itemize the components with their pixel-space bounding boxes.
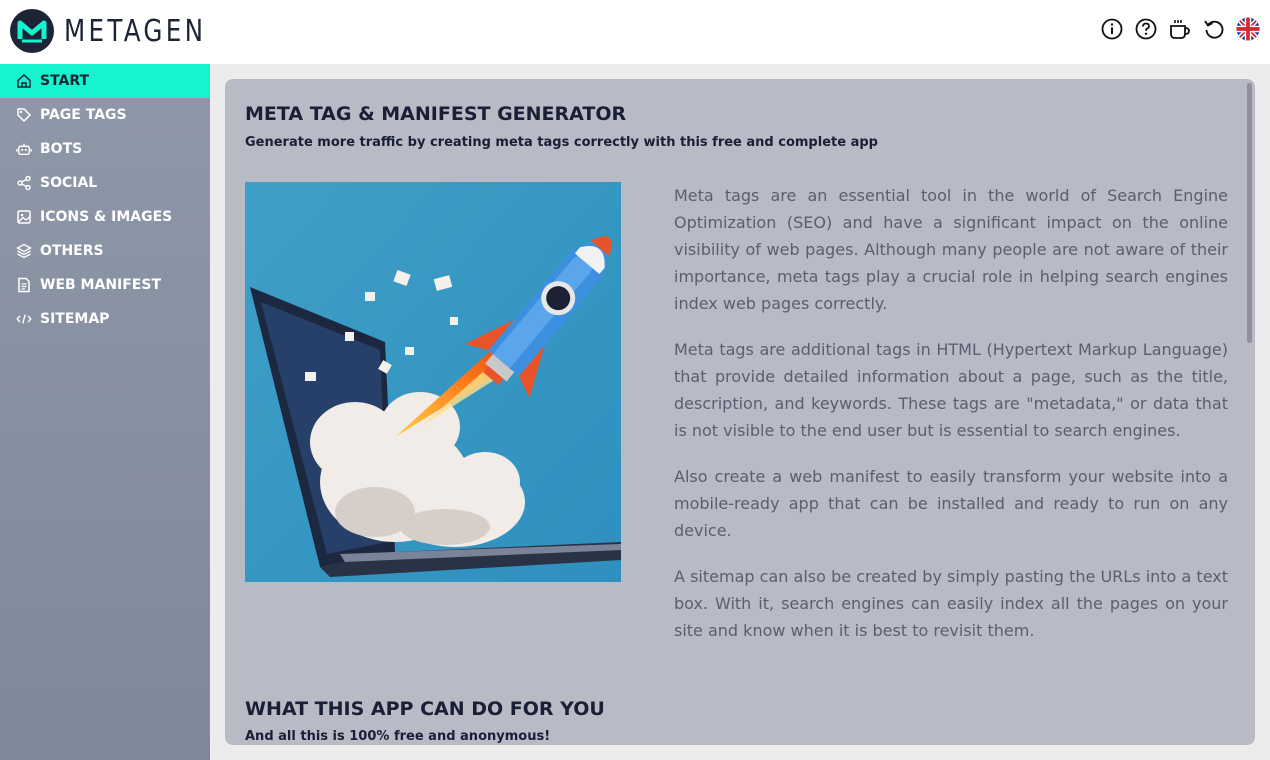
sidebar-item-label: BOTS — [40, 141, 83, 157]
sidebar-item-label: OTHERS — [40, 243, 104, 259]
image-icon — [17, 210, 31, 224]
intro-paragraph-1: Meta tags are an essential tool in the w… — [674, 186, 1228, 313]
page-subtitle: Generate more traffic by creating meta t… — [245, 135, 878, 150]
code-icon — [16, 314, 32, 324]
layers-icon — [16, 243, 32, 259]
top-bar: METAGEN — [0, 0, 1270, 64]
metagen-logo-icon — [10, 9, 54, 53]
info-icon[interactable] — [1100, 17, 1124, 41]
sidebar-item-web-manifest[interactable]: WEB MANIFEST — [0, 268, 210, 302]
intro-paragraph-2: Meta tags are additional tags in HTML (H… — [674, 340, 1228, 440]
sidebar-item-label: WEB MANIFEST — [40, 277, 162, 293]
coffee-icon[interactable] — [1168, 17, 1192, 41]
section-title: WHAT THIS APP CAN DO FOR YOU — [245, 698, 605, 720]
help-icon[interactable] — [1134, 17, 1158, 41]
sidebar-item-start[interactable]: START — [0, 64, 210, 98]
page-title: META TAG & MANIFEST GENERATOR — [245, 103, 627, 125]
header-actions — [1100, 17, 1260, 41]
section-subtitle: And all this is 100% free and anonymous! — [245, 729, 551, 744]
uk-flag-icon[interactable] — [1236, 17, 1260, 41]
sidebar-item-social[interactable]: SOCIAL — [0, 166, 210, 200]
intro-text: Meta tags are an essential tool in the w… — [674, 182, 1228, 663]
logo-text: METAGEN — [64, 13, 207, 49]
app-logo[interactable]: METAGEN — [10, 9, 237, 53]
sidebar-item-label: SITEMAP — [40, 311, 110, 327]
sidebar: START PAGE TAGS BOTS SOCIAL ICONS & IMAG… — [0, 64, 210, 760]
sidebar-item-bots[interactable]: BOTS — [0, 132, 210, 166]
intro-paragraph-4: A sitemap can also be created by simply … — [674, 567, 1228, 640]
tag-icon — [17, 108, 32, 123]
document-icon — [18, 277, 30, 293]
sidebar-item-label: PAGE TAGS — [40, 107, 127, 123]
sidebar-item-label: ICONS & IMAGES — [40, 209, 173, 225]
intro-paragraph-3: Also create a web manifest to easily tra… — [674, 467, 1228, 540]
sidebar-item-others[interactable]: OTHERS — [0, 234, 210, 268]
main-panel[interactable]: META TAG & MANIFEST GENERATOR Generate m… — [225, 79, 1255, 745]
sidebar-item-label: SOCIAL — [40, 175, 98, 191]
rocket-laptop-illustration — [245, 182, 621, 582]
reset-icon[interactable] — [1202, 17, 1226, 41]
robot-icon — [16, 143, 32, 155]
sidebar-item-icons-images[interactable]: ICONS & IMAGES — [0, 200, 210, 234]
sidebar-item-page-tags[interactable]: PAGE TAGS — [0, 98, 210, 132]
sidebar-item-sitemap[interactable]: SITEMAP — [0, 302, 210, 336]
scrollbar-thumb[interactable] — [1247, 83, 1252, 343]
share-icon — [17, 175, 31, 191]
home-icon — [17, 73, 31, 88]
sidebar-item-label: START — [40, 73, 90, 89]
